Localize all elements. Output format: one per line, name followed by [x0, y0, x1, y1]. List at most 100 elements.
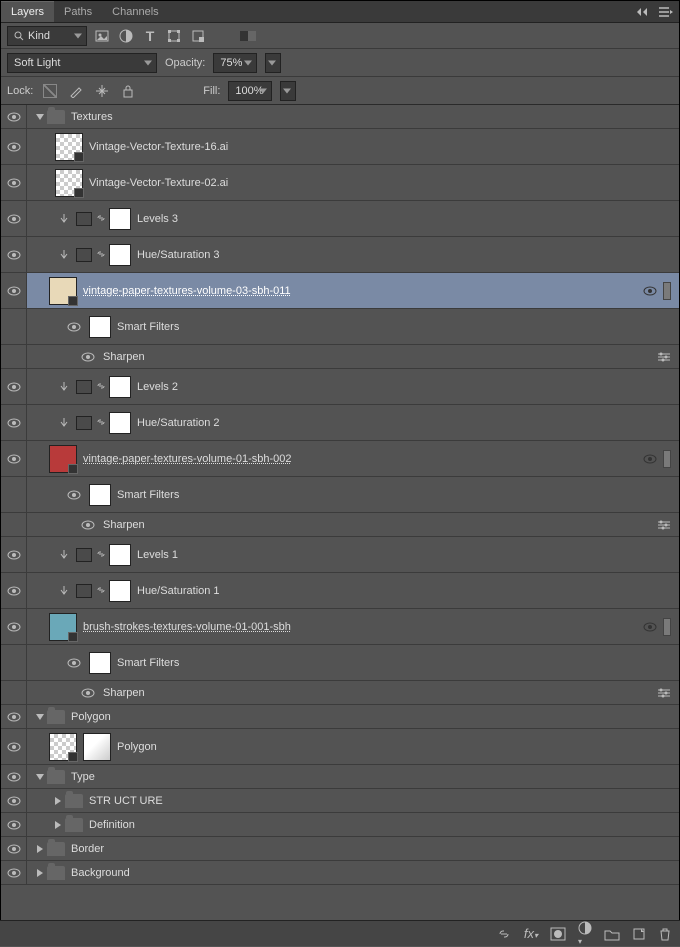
- blend-mode-dropdown[interactable]: Soft Light: [7, 53, 157, 73]
- disclosure-arrow-icon[interactable]: [36, 774, 44, 780]
- visibility-toggle[interactable]: [1, 609, 27, 644]
- visibility-toggle[interactable]: [1, 765, 27, 788]
- disclosure-arrow-icon[interactable]: [36, 714, 44, 720]
- visibility-toggle[interactable]: [1, 405, 27, 440]
- visibility-toggle[interactable]: [67, 490, 81, 500]
- visibility-spacer: [1, 681, 27, 704]
- visibility-toggle[interactable]: [1, 837, 27, 860]
- layer-brush[interactable]: brush-strokes-textures-volume-01-001-sbh: [1, 609, 679, 645]
- disclosure-arrow-icon[interactable]: [36, 114, 44, 120]
- layer-levels2[interactable]: Levels 2: [1, 369, 679, 405]
- tab-channels[interactable]: Channels: [102, 2, 168, 22]
- visibility-toggle[interactable]: [1, 237, 27, 272]
- layer-style-button[interactable]: fx▾: [524, 926, 538, 941]
- visibility-toggle[interactable]: [81, 688, 95, 698]
- filter-sharpen-row[interactable]: Sharpen: [1, 345, 679, 369]
- group-border[interactable]: Border: [1, 837, 679, 861]
- layer-polygon[interactable]: Polygon: [1, 729, 679, 765]
- visibility-toggle[interactable]: [1, 369, 27, 404]
- layer-vpt03[interactable]: vintage-paper-textures-volume-03-sbh-011: [1, 273, 679, 309]
- group-structure[interactable]: STR UCT URE: [1, 789, 679, 813]
- filter-settings-icon[interactable]: [657, 352, 671, 362]
- filter-pixel-icon[interactable]: [93, 27, 111, 45]
- collapse-icon[interactable]: [633, 3, 651, 21]
- layer-levels1[interactable]: Levels 1: [1, 537, 679, 573]
- new-group-button[interactable]: [604, 927, 620, 941]
- filter-settings-icon[interactable]: [657, 520, 671, 530]
- smart-filters-row[interactable]: Smart Filters: [1, 477, 679, 513]
- group-definition[interactable]: Definition: [1, 813, 679, 837]
- filter-kind-dropdown[interactable]: Kind: [7, 26, 87, 46]
- group-type[interactable]: Type: [1, 765, 679, 789]
- filter-toolbar: Kind T: [1, 23, 679, 49]
- layer-huesat2[interactable]: Hue/Saturation 2: [1, 405, 679, 441]
- filter-settings-icon[interactable]: [657, 688, 671, 698]
- disclosure-arrow-icon[interactable]: [37, 869, 43, 877]
- layer-name: brush-strokes-textures-volume-01-001-sbh: [83, 621, 291, 633]
- layer-huesat1[interactable]: Hue/Saturation 1: [1, 573, 679, 609]
- smart-object-link-icon: [643, 621, 657, 633]
- huesat-adjustment-icon: [76, 416, 92, 430]
- filter-sharpen-row[interactable]: Sharpen: [1, 681, 679, 705]
- tab-layers[interactable]: Layers: [1, 1, 54, 22]
- layer-vvt02[interactable]: Vintage-Vector-Texture-02.ai: [1, 165, 679, 201]
- filter-toggle[interactable]: [239, 27, 257, 45]
- disclosure-arrow-icon[interactable]: [55, 821, 61, 829]
- opacity-label: Opacity:: [165, 57, 205, 69]
- fill-slider-toggle[interactable]: [280, 81, 296, 101]
- visibility-toggle[interactable]: [1, 813, 27, 836]
- lock-transparency-icon[interactable]: [41, 82, 59, 100]
- disclosure-arrow-icon[interactable]: [55, 797, 61, 805]
- lock-pixels-icon[interactable]: [67, 82, 85, 100]
- visibility-toggle[interactable]: [1, 729, 27, 764]
- add-mask-button[interactable]: [550, 927, 566, 941]
- panel-menu-icon[interactable]: [657, 3, 675, 21]
- new-adjustment-button[interactable]: ▾: [578, 921, 592, 947]
- group-polygon[interactable]: Polygon: [1, 705, 679, 729]
- mask-thumbnail: [109, 208, 131, 230]
- visibility-toggle[interactable]: [1, 129, 27, 164]
- visibility-toggle[interactable]: [1, 273, 27, 308]
- layer-vvt16[interactable]: Vintage-Vector-Texture-16.ai: [1, 129, 679, 165]
- layer-thumbnail: [49, 733, 77, 761]
- opacity-slider-toggle[interactable]: [265, 53, 281, 73]
- clip-indicator-icon: [59, 248, 69, 262]
- lock-position-icon[interactable]: [93, 82, 111, 100]
- visibility-toggle[interactable]: [1, 441, 27, 476]
- layer-thumbnail: [49, 613, 77, 641]
- visibility-toggle[interactable]: [1, 573, 27, 608]
- visibility-toggle[interactable]: [1, 105, 27, 128]
- group-name: STR UCT URE: [89, 795, 163, 807]
- filter-adjustment-icon[interactable]: [117, 27, 135, 45]
- delete-layer-button[interactable]: [658, 927, 672, 941]
- layer-huesat3[interactable]: Hue/Saturation 3: [1, 237, 679, 273]
- fill-dropdown[interactable]: 100%: [228, 81, 272, 101]
- visibility-toggle[interactable]: [67, 322, 81, 332]
- layer-levels3[interactable]: Levels 3: [1, 201, 679, 237]
- visibility-toggle[interactable]: [1, 201, 27, 236]
- group-textures[interactable]: Textures: [1, 105, 679, 129]
- visibility-toggle[interactable]: [81, 352, 95, 362]
- visibility-toggle[interactable]: [1, 537, 27, 572]
- smart-filters-row[interactable]: Smart Filters: [1, 645, 679, 681]
- filter-sharpen-row[interactable]: Sharpen: [1, 513, 679, 537]
- visibility-toggle[interactable]: [1, 861, 27, 884]
- group-name: Background: [71, 867, 130, 879]
- new-layer-button[interactable]: [632, 927, 646, 941]
- visibility-toggle[interactable]: [81, 520, 95, 530]
- visibility-toggle[interactable]: [67, 658, 81, 668]
- visibility-toggle[interactable]: [1, 165, 27, 200]
- smart-filters-row[interactable]: Smart Filters: [1, 309, 679, 345]
- opacity-dropdown[interactable]: 75%: [213, 53, 257, 73]
- disclosure-arrow-icon[interactable]: [37, 845, 43, 853]
- lock-all-icon[interactable]: [119, 82, 137, 100]
- layer-vpt01[interactable]: vintage-paper-textures-volume-01-sbh-002: [1, 441, 679, 477]
- tab-paths[interactable]: Paths: [54, 2, 102, 22]
- visibility-toggle[interactable]: [1, 789, 27, 812]
- visibility-toggle[interactable]: [1, 705, 27, 728]
- filter-smartobject-icon[interactable]: [189, 27, 207, 45]
- group-background[interactable]: Background: [1, 861, 679, 885]
- filter-shape-icon[interactable]: [165, 27, 183, 45]
- filter-type-icon[interactable]: T: [141, 27, 159, 45]
- link-layers-button[interactable]: [496, 927, 512, 941]
